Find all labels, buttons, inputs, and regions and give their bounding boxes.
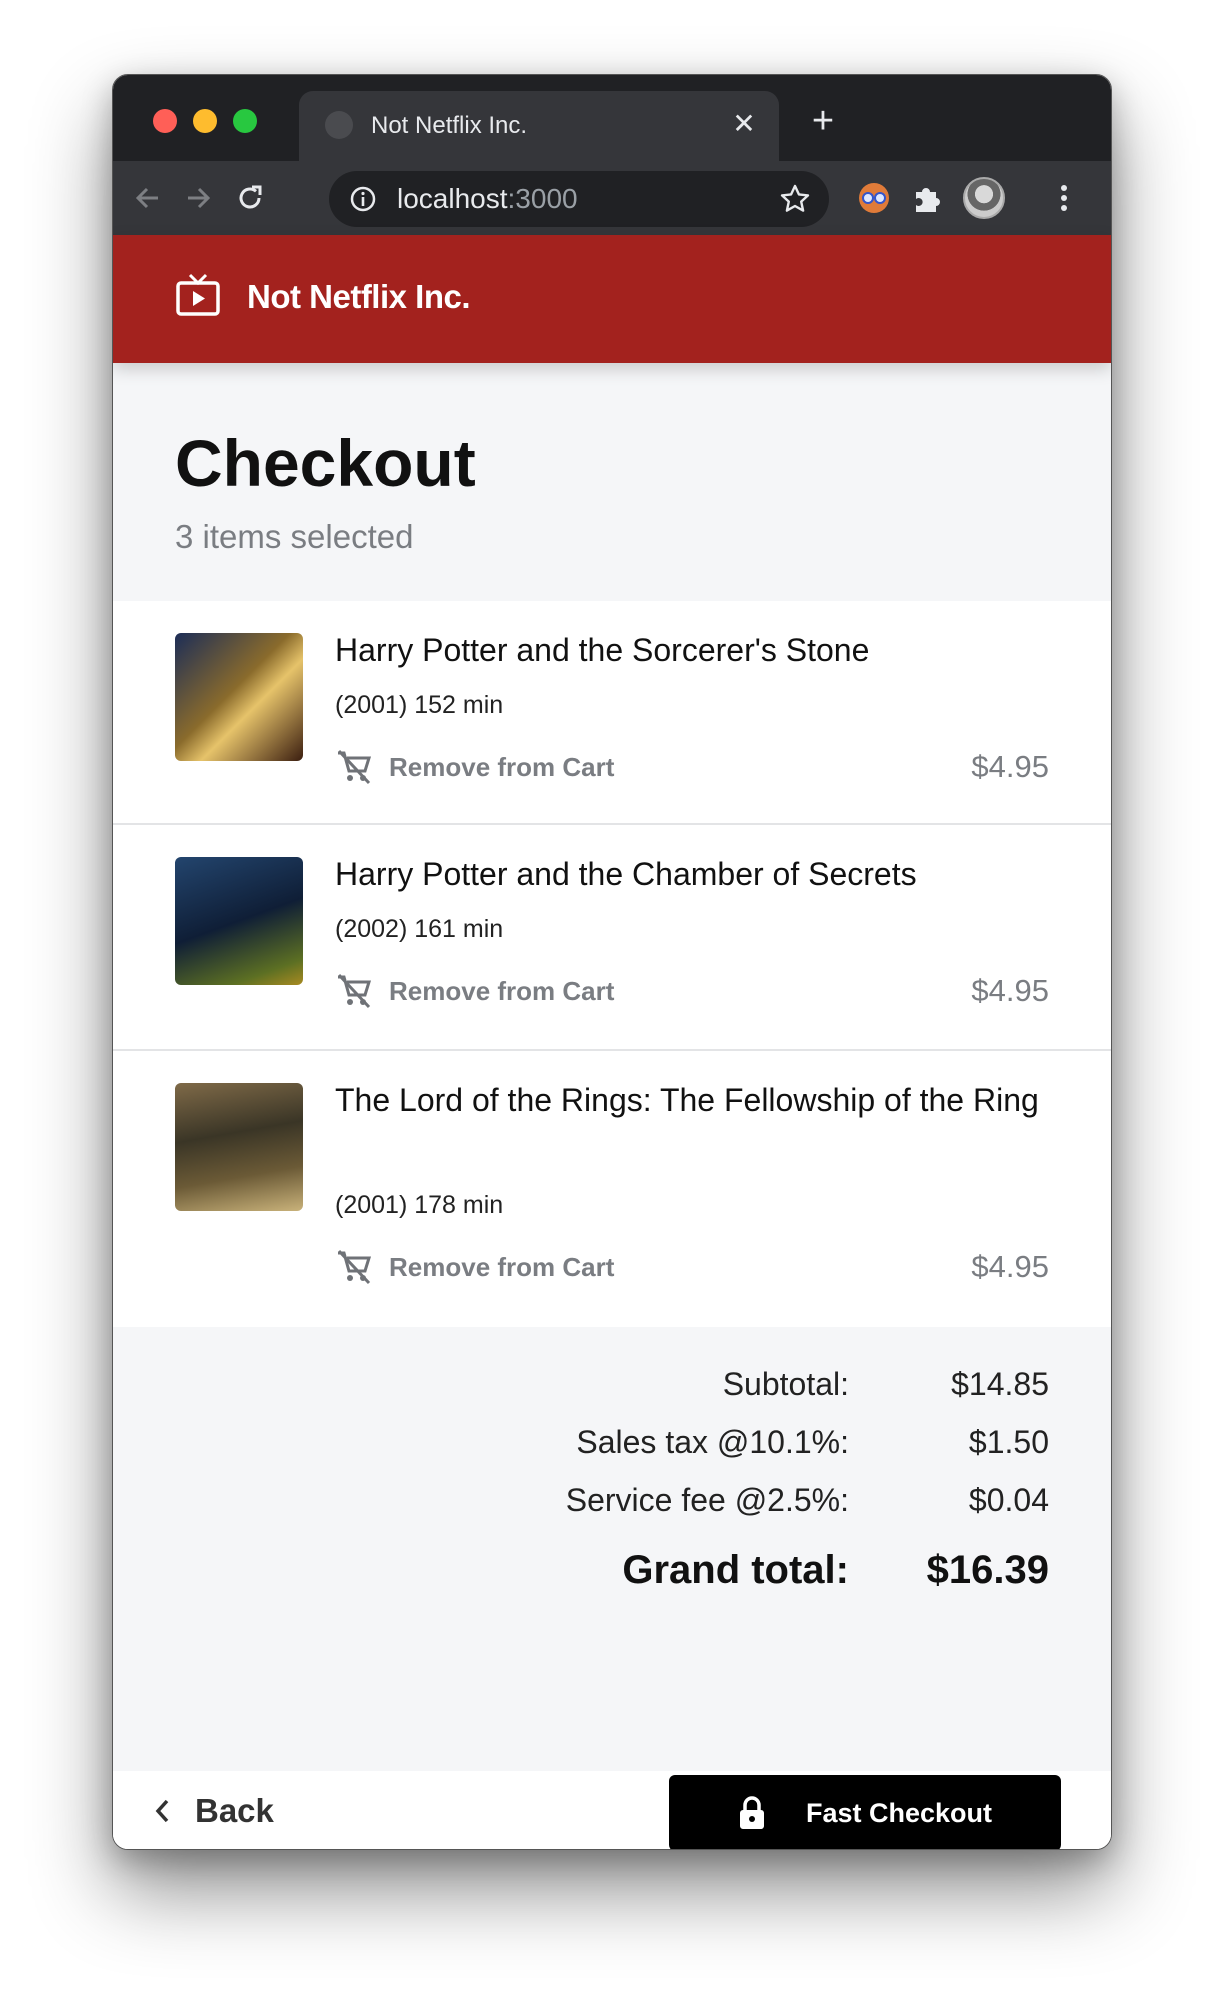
sales-tax-label: Sales tax @10.1%:: [576, 1424, 849, 1460]
title-bar: Not Netflix Inc. ✕ +: [113, 75, 1111, 161]
subtotal-value: $14.85: [951, 1366, 1049, 1402]
tab-title: Not Netflix Inc.: [371, 112, 528, 139]
remove-cart-icon: [337, 1249, 372, 1285]
maximize-window-button[interactable]: [233, 109, 257, 133]
back-label: Back: [195, 1792, 274, 1829]
movie-title: Harry Potter and the Sorcerer's Stone: [335, 632, 870, 668]
back-button[interactable]: Back: [153, 1787, 274, 1835]
chevron-left-icon: [155, 1799, 169, 1823]
item-price: $4.95: [971, 973, 1049, 1008]
fast-checkout-button[interactable]: Fast Checkout: [669, 1775, 1061, 1849]
remove-label: Remove from Cart: [389, 751, 615, 782]
browser-tab[interactable]: Not Netflix Inc. ✕: [299, 91, 779, 161]
star-icon[interactable]: [779, 183, 811, 215]
cart-item-list: Harry Potter and the Sorcerer's Stone (2…: [113, 601, 1111, 1327]
remove-label: Remove from Cart: [389, 975, 615, 1006]
remove-from-cart-button[interactable]: Remove from Cart: [335, 747, 614, 787]
service-fee-label: Service fee @2.5%:: [565, 1482, 849, 1518]
forward-arrow-icon[interactable]: [177, 177, 219, 219]
profile-avatar[interactable]: [963, 177, 1005, 219]
info-icon[interactable]: [349, 185, 377, 213]
close-window-button[interactable]: [153, 109, 177, 133]
movie-title: Harry Potter and the Chamber of Secrets: [335, 856, 917, 892]
fast-checkout-label: Fast Checkout: [805, 1797, 993, 1828]
remove-from-cart-button[interactable]: Remove from Cart: [335, 971, 614, 1011]
item-price: $4.95: [971, 749, 1049, 784]
checkout-footer: Back Fast Checkout: [113, 1771, 1111, 1849]
subtotal-label: Subtotal:: [722, 1366, 849, 1402]
page-title: Checkout: [175, 426, 476, 500]
reload-icon[interactable]: [229, 177, 271, 219]
subtotal-row: Subtotal: $14.85: [113, 1361, 1111, 1411]
extensions-puzzle-icon[interactable]: [905, 177, 947, 219]
new-tab-button[interactable]: +: [803, 101, 843, 141]
lock-icon: [739, 1796, 764, 1829]
grand-total-row: Grand total: $16.39: [113, 1545, 1111, 1595]
remove-from-cart-button[interactable]: Remove from Cart: [335, 1247, 614, 1287]
items-selected-count: 3 items selected: [175, 518, 414, 555]
brand-name[interactable]: Not Netflix Inc.: [247, 277, 471, 317]
cart-item: The Lord of the Rings: The Fellowship of…: [113, 1051, 1111, 1327]
remove-cart-icon: [337, 973, 372, 1009]
page-content: Not Netflix Inc. Checkout 3 items select…: [113, 235, 1111, 1849]
minimize-window-button[interactable]: [193, 109, 217, 133]
grand-total-value: $16.39: [926, 1548, 1049, 1592]
service-fee-value: $0.04: [968, 1482, 1049, 1518]
movie-poster: [175, 633, 303, 761]
grand-total-label: Grand total:: [622, 1548, 849, 1592]
item-price: $4.95: [971, 1249, 1049, 1284]
address-bar[interactable]: localhost:3000: [329, 171, 829, 227]
url-port: :3000: [507, 183, 578, 214]
movie-title: The Lord of the Rings: The Fellowship of…: [335, 1082, 1039, 1118]
url-host: localhost: [397, 183, 508, 214]
tab-close-icon[interactable]: ✕: [729, 107, 759, 141]
cart-item: Harry Potter and the Sorcerer's Stone (2…: [113, 601, 1111, 825]
movie-poster: [175, 857, 303, 985]
remove-cart-icon: [337, 749, 372, 785]
app-header: Not Netflix Inc.: [113, 235, 1111, 363]
extension-glasses-icon[interactable]: [853, 177, 895, 219]
globe-icon: [325, 111, 353, 139]
movie-meta: (2001) 152 min: [335, 691, 504, 719]
service-fee-row: Service fee @2.5%: $0.04: [113, 1477, 1111, 1527]
more-menu-icon[interactable]: [1043, 177, 1085, 219]
movie-meta: (2001) 178 min: [335, 1191, 504, 1219]
remove-label: Remove from Cart: [389, 1251, 615, 1282]
sales-tax-value: $1.50: [968, 1424, 1049, 1460]
url-text[interactable]: localhost:3000: [397, 183, 578, 215]
movie-poster: [175, 1083, 303, 1211]
tv-icon: [176, 273, 220, 316]
cart-item: Harry Potter and the Chamber of Secrets …: [113, 825, 1111, 1051]
back-arrow-icon[interactable]: [127, 177, 169, 219]
sales-tax-row: Sales tax @10.1%: $1.50: [113, 1419, 1111, 1469]
movie-meta: (2002) 161 min: [335, 915, 504, 943]
browser-window: Not Netflix Inc. ✕ + localhost:3000 Not …: [112, 74, 1112, 1850]
browser-toolbar: localhost:3000: [113, 161, 1111, 235]
